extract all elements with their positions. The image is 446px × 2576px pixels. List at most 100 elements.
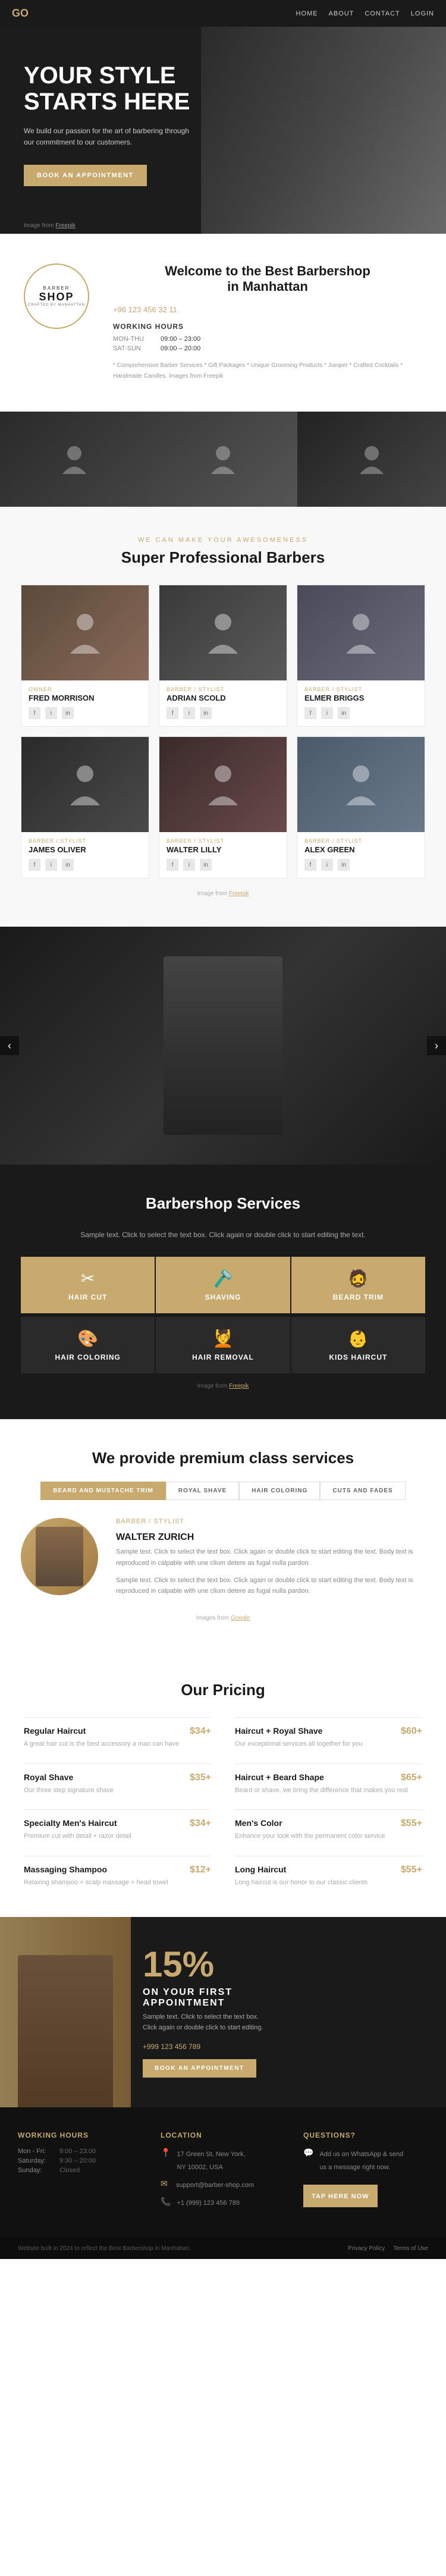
instagram-icon[interactable]: i	[321, 707, 333, 719]
pricing-price: $60+	[401, 1726, 422, 1737]
pricing-item: Specialty Men's Haircut $34+ Premium cut…	[24, 1809, 211, 1841]
pricing-section: Our Pricing Regular Haircut $34+ A great…	[0, 1651, 446, 1917]
services-source: Image from Freepik	[18, 1383, 428, 1389]
services-title: Barbershop Services	[18, 1194, 428, 1213]
pricing-item: Men's Color $55+ Enhance your look with …	[235, 1809, 422, 1841]
barber-info: BARBER / STYLIST JAMES OLIVER f i in	[21, 832, 149, 878]
pricing-item: Royal Shave $35+ Our three step signatur…	[24, 1764, 211, 1796]
pricing-name: Royal Shave $35+	[24, 1772, 211, 1783]
barber-card: BARBER / STYLIST ADRIAN SCOLD f i in	[159, 585, 287, 727]
premium-tab-cuts-and-fades[interactable]: CUTS AND FADES	[320, 1482, 405, 1500]
whatsapp-icon: 💬	[303, 2148, 313, 2158]
whatsapp-button[interactable]: TAP HERE NOW	[303, 2185, 378, 2207]
nav-link-login[interactable]: LOGIN	[411, 10, 434, 17]
barber-social: f i in	[304, 707, 417, 719]
hours-row: MON-THU09:00 – 23:00	[113, 335, 422, 343]
barber-source: Image from Freepik	[18, 890, 428, 897]
barber-role: BARBER / STYLIST	[304, 686, 417, 692]
instagram-icon[interactable]: i	[183, 859, 195, 871]
slider-next-button[interactable]: ›	[427, 1036, 446, 1055]
linkedin-icon[interactable]: in	[338, 707, 350, 719]
footer-hours-row: Mon - Fri:9:00 – 23:00	[18, 2148, 143, 2155]
footer-address: 17 Green St, New York, NY 10002, USA	[177, 2148, 245, 2174]
location-pin-icon: 📍	[161, 2148, 171, 2158]
linkedin-icon[interactable]: in	[338, 859, 350, 871]
promo-book-button[interactable]: BOOK AN APPOINTMENT	[143, 2059, 256, 2078]
footer-copyright: Website built in 2024 to reflect the Bes…	[18, 2245, 191, 2252]
gallery-image-2	[149, 412, 297, 507]
barber-info: BARBER / STYLIST ALEX GREEN f i in	[297, 832, 425, 878]
service-card: 🧔Beard Trim	[291, 1257, 425, 1313]
premium-source: Images from Google	[18, 1615, 428, 1621]
linkedin-icon[interactable]: in	[200, 707, 212, 719]
pricing-desc: Our exceptional services all together fo…	[235, 1739, 422, 1749]
service-icon: 🪒	[213, 1269, 234, 1288]
premium-tab-royal-shave[interactable]: ROYAL SHAVE	[166, 1482, 239, 1500]
service-icon: 🧔	[348, 1269, 369, 1288]
pricing-desc: Long haircut is our honor to our classic…	[235, 1878, 422, 1888]
barbers-grid: OWNER FRED MORRISON f i in BARBER / STYL…	[21, 585, 425, 878]
nav-link-about[interactable]: ABOUT	[329, 10, 354, 17]
premium-desc1: Sample text. Click to select the text bo…	[116, 1546, 425, 1568]
facebook-icon[interactable]: f	[167, 859, 178, 871]
service-card: 🎨Hair Coloring	[21, 1317, 155, 1373]
instagram-icon[interactable]: i	[321, 859, 333, 871]
linkedin-icon[interactable]: in	[62, 859, 74, 871]
footer-hours-list: Mon - Fri:9:00 – 23:00 Saturday:9:30 – 20…	[18, 2148, 143, 2174]
service-card: 👶Kids Haircut	[291, 1317, 425, 1373]
footer-hours-row: Sunday:Closed	[18, 2167, 143, 2174]
premium-tab-hair-coloring[interactable]: HAIR COLORING	[239, 1482, 320, 1500]
barber-name: FRED MORRISON	[29, 694, 142, 702]
instagram-icon[interactable]: i	[45, 859, 57, 871]
premium-role: BARBER / STYLIST	[116, 1518, 425, 1525]
footer-link-privacy-policy[interactable]: Privacy Policy	[348, 2245, 385, 2252]
pricing-item: Massaging Shampoo $12+ Relaxing shampoo …	[24, 1856, 211, 1888]
footer-hours-row: Saturday:9:30 – 20:00	[18, 2157, 143, 2164]
welcome-title: Welcome to the Best Barbershop in Manhat…	[113, 263, 422, 294]
facebook-icon[interactable]: f	[29, 859, 40, 871]
premium-text: BARBER / STYLIST WALTER ZURICH Sample te…	[116, 1518, 425, 1603]
instagram-icon[interactable]: i	[45, 707, 57, 719]
footer-link-terms-of-use[interactable]: Terms of Use	[393, 2245, 428, 2252]
pricing-price: $34+	[190, 1818, 211, 1829]
footer-hours-title: Working Hours	[18, 2131, 143, 2139]
premium-title: We provide premium class services	[18, 1449, 428, 1467]
book-appointment-button[interactable]: BOOK AN APPOINTMENT	[24, 165, 147, 186]
instagram-icon[interactable]: i	[183, 707, 195, 719]
pricing-price: $12+	[190, 1865, 211, 1875]
barbers-section: WE CAN MAKE YOUR AWESOMENESS Super Profe…	[0, 507, 446, 927]
hero-headline: YOUR STYLE STARTS HERE	[24, 62, 232, 115]
promo-content: 15% ON YOUR FIRST APPOINTMENT Sample tex…	[143, 1947, 263, 2078]
facebook-icon[interactable]: f	[304, 859, 316, 871]
footer-bottom: Website built in 2024 to reflect the Bes…	[0, 2238, 446, 2259]
pricing-desc: A great hair cut is the best accessory a…	[24, 1739, 211, 1749]
service-card: 💆Hair Removal	[156, 1317, 290, 1373]
barber-role: BARBER / STYLIST	[304, 838, 417, 844]
gallery-image-1	[0, 412, 149, 507]
facebook-icon[interactable]: f	[167, 707, 178, 719]
barber-card: BARBER / STYLIST WALTER LILLY f i in	[159, 736, 287, 878]
footer-questions: Questions? 💬 Add us on WhatsApp & send u…	[303, 2131, 428, 2214]
nav-logo: GO	[12, 7, 29, 20]
services-grid-row2: 🎨Hair Coloring💆Hair Removal👶Kids Haircut	[21, 1317, 425, 1373]
linkedin-icon[interactable]: in	[62, 707, 74, 719]
slider-prev-button[interactable]: ‹	[0, 1036, 19, 1055]
barber-card: BARBER / STYLIST ELMER BRIGGS f i in	[297, 585, 425, 727]
hero-source: Image from Freepik	[24, 222, 76, 229]
facebook-icon[interactable]: f	[29, 707, 40, 719]
linkedin-icon[interactable]: in	[200, 859, 212, 871]
email-icon: ✉	[161, 2179, 170, 2189]
services-description: Sample text. Click to select the text bo…	[74, 1231, 372, 1239]
service-name: Shaving	[205, 1293, 241, 1301]
service-name: Kids Haircut	[329, 1353, 387, 1361]
nav-link-home[interactable]: HOME	[296, 10, 318, 17]
footer-email: support@barber-shop.com	[176, 2179, 254, 2192]
facebook-icon[interactable]: f	[304, 707, 316, 719]
footer: Working Hours Mon - Fri:9:00 – 23:00 Satu…	[0, 2107, 446, 2238]
premium-tab-beard-and-mustache-trim[interactable]: BEARD AND MUSTACHE TRIM	[40, 1482, 166, 1500]
nav-link-contact[interactable]: CONTACT	[365, 10, 400, 17]
pricing-price: $65+	[401, 1772, 422, 1783]
barber-card: OWNER FRED MORRISON f i in	[21, 585, 149, 727]
nav-links: HOME ABOUT CONTACT LOGIN	[296, 10, 435, 17]
pricing-price: $35+	[190, 1772, 211, 1783]
